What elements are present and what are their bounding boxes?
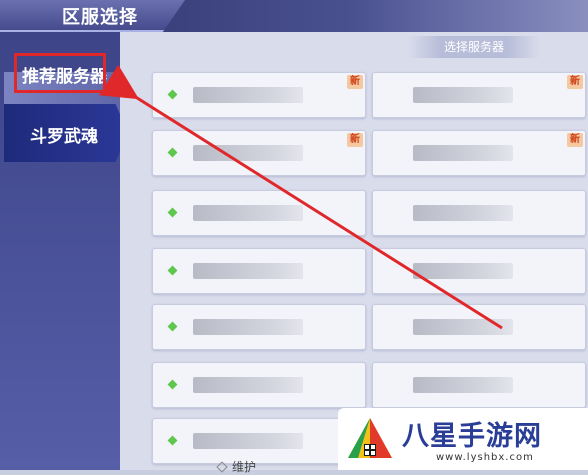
annotation-arrow	[99, 64, 503, 330]
watermark: 八星手游网 www.lyshbx.com	[338, 408, 588, 470]
watermark-url: www.lyshbx.com	[436, 452, 534, 463]
watermark-logo-icon	[348, 418, 392, 458]
watermark-text: 八星手游网	[402, 421, 542, 452]
